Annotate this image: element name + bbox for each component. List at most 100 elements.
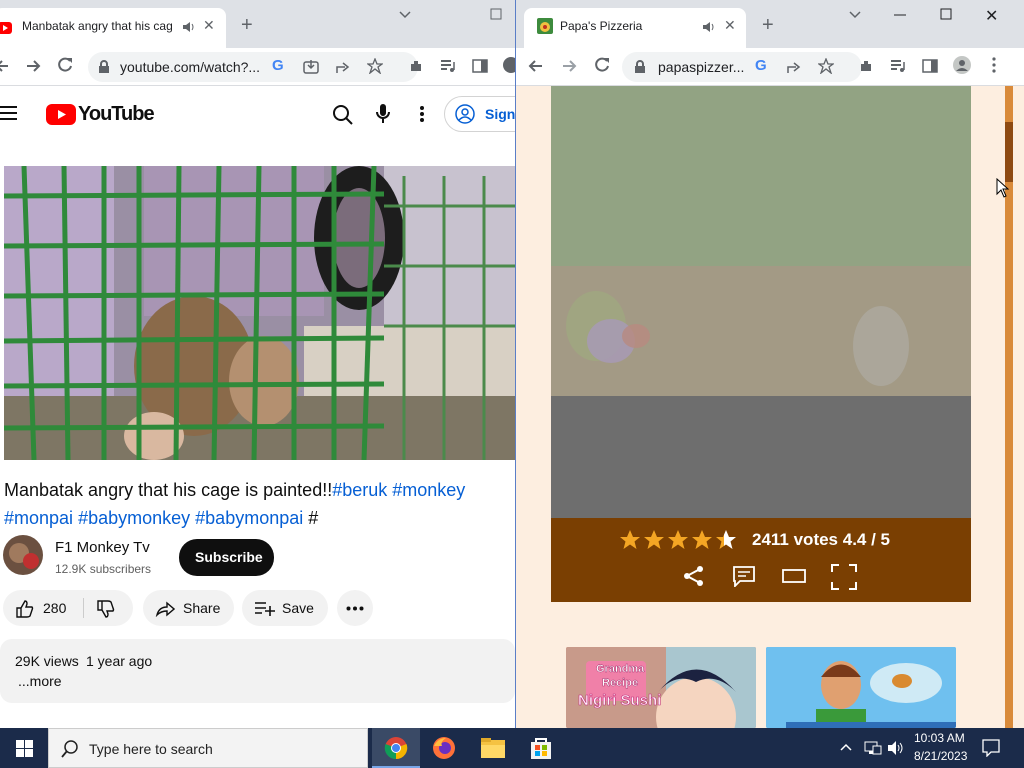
clock-time[interactable]: 10:03 AM bbox=[914, 731, 965, 745]
more-options-icon[interactable] bbox=[419, 105, 425, 123]
windows-start-icon[interactable] bbox=[16, 740, 33, 757]
sign-in-button[interactable]: Sign bbox=[444, 96, 515, 132]
description-box[interactable]: 29K views 1 year ago ...more bbox=[0, 639, 515, 703]
notification-icon[interactable] bbox=[982, 739, 1000, 757]
account-icon bbox=[455, 104, 475, 124]
lock-icon[interactable] bbox=[98, 60, 110, 74]
address-bar[interactable]: youtube.com/watch?... G bbox=[88, 52, 418, 82]
minimize-icon[interactable] bbox=[894, 14, 906, 16]
clock-date[interactable]: 8/21/2023 bbox=[914, 749, 967, 763]
maximize-icon[interactable] bbox=[490, 8, 502, 20]
taskbar-search-box[interactable]: Type here to search bbox=[48, 728, 368, 768]
comment-icon[interactable] bbox=[732, 565, 756, 587]
microsoft-store-icon[interactable] bbox=[530, 736, 552, 760]
game-thumbnail-nigiri-sushi[interactable]: Grandma Recipe Nigiri Sushi bbox=[566, 647, 756, 728]
thumbnail-title-line1: Grandma bbox=[596, 663, 645, 675]
youtube-logo-icon[interactable] bbox=[46, 104, 76, 125]
side-panel-icon[interactable] bbox=[922, 58, 938, 74]
speaker-icon[interactable] bbox=[182, 20, 196, 34]
back-icon[interactable] bbox=[528, 58, 544, 74]
file-explorer-icon[interactable] bbox=[481, 737, 505, 759]
url-text: papaspizzer... bbox=[658, 59, 745, 75]
media-control-icon[interactable] bbox=[440, 58, 456, 74]
bookmark-star-icon[interactable] bbox=[367, 58, 383, 74]
share-button[interactable]: Share bbox=[143, 590, 234, 626]
reload-icon[interactable] bbox=[56, 56, 74, 74]
extensions-icon[interactable] bbox=[408, 58, 424, 74]
tab-title: Papa's Pizzeria bbox=[560, 19, 643, 33]
browser-toolbar: youtube.com/watch?... G bbox=[0, 48, 515, 86]
close-tab-icon[interactable]: ✕ bbox=[203, 17, 215, 34]
address-bar[interactable]: papaspizzer... G bbox=[622, 52, 862, 82]
playlist-add-icon bbox=[255, 602, 275, 616]
thumbs-up-icon[interactable] bbox=[15, 599, 35, 619]
google-icon[interactable]: G bbox=[272, 57, 284, 74]
menu-icon[interactable] bbox=[0, 106, 18, 120]
save-button[interactable]: Save bbox=[242, 590, 328, 626]
search-icon[interactable] bbox=[332, 104, 354, 126]
profile-icon[interactable] bbox=[952, 55, 972, 75]
forward-icon[interactable] bbox=[25, 58, 41, 74]
more-actions-button[interactable] bbox=[337, 590, 373, 626]
chrome-menu-icon[interactable] bbox=[992, 57, 996, 73]
media-control-icon[interactable] bbox=[890, 58, 906, 74]
close-window-icon[interactable]: ✕ bbox=[985, 6, 998, 26]
video-player[interactable] bbox=[4, 166, 515, 460]
mouse-cursor-icon bbox=[996, 178, 1010, 198]
tab-youtube[interactable]: Manbatak angry that his cage ✕ bbox=[0, 8, 226, 48]
hashtag-link[interactable]: #monpai bbox=[4, 508, 73, 528]
firefox-icon[interactable] bbox=[432, 736, 456, 760]
game-thumbnail-burger[interactable] bbox=[766, 647, 956, 728]
hashtag-link[interactable]: #babymonpai bbox=[195, 508, 303, 528]
game-canvas[interactable] bbox=[551, 86, 971, 518]
new-tab-icon[interactable]: + bbox=[762, 14, 774, 37]
tab-papas-pizzeria[interactable]: Papa's Pizzeria ✕ bbox=[524, 8, 746, 48]
hashtag-link[interactable]: #babymonkey bbox=[78, 508, 190, 528]
new-tab-icon[interactable]: + bbox=[241, 14, 253, 37]
scrollbar-thumb[interactable] bbox=[1005, 122, 1013, 182]
side-panel-icon[interactable] bbox=[472, 58, 488, 74]
back-icon[interactable] bbox=[0, 58, 10, 74]
chevron-down-icon[interactable] bbox=[848, 10, 862, 20]
thumbs-down-icon[interactable] bbox=[96, 599, 116, 619]
youtube-page: YouTube Sign Manbatak angry that his cag… bbox=[0, 86, 515, 728]
channel-name[interactable]: F1 Monkey Tv bbox=[55, 539, 150, 556]
thumbnail-title-line3: Nigiri Sushi bbox=[578, 692, 662, 710]
hashtag-tail: # bbox=[308, 508, 319, 528]
widescreen-icon[interactable] bbox=[782, 569, 806, 583]
thumbnail-image bbox=[566, 647, 756, 728]
volume-icon[interactable] bbox=[887, 740, 905, 756]
profile-icon[interactable] bbox=[502, 56, 515, 74]
star-icon bbox=[644, 530, 664, 549]
share-nodes-icon[interactable] bbox=[683, 565, 705, 587]
speaker-icon[interactable] bbox=[702, 20, 716, 34]
subscribe-button[interactable]: Subscribe bbox=[179, 539, 274, 576]
like-count[interactable]: 280 bbox=[43, 600, 66, 616]
fullscreen-icon[interactable] bbox=[831, 564, 857, 590]
google-icon[interactable]: G bbox=[755, 57, 767, 74]
install-icon[interactable] bbox=[303, 59, 319, 75]
share-icon[interactable] bbox=[786, 59, 802, 75]
microphone-icon[interactable] bbox=[375, 103, 391, 125]
forward-icon[interactable] bbox=[561, 58, 577, 74]
close-tab-icon[interactable]: ✕ bbox=[724, 17, 736, 34]
hashtag-link[interactable]: #monkey bbox=[392, 480, 465, 500]
upload-age: 1 year ago bbox=[86, 653, 153, 669]
view-count: 29K views bbox=[15, 653, 79, 669]
bookmark-star-icon[interactable] bbox=[818, 58, 834, 74]
youtube-logo-text[interactable]: YouTube bbox=[78, 103, 155, 126]
share-icon[interactable] bbox=[335, 59, 351, 75]
maximize-icon[interactable] bbox=[940, 8, 952, 20]
chevron-down-icon[interactable] bbox=[398, 10, 412, 20]
show-hidden-icons-icon[interactable] bbox=[840, 743, 852, 751]
lock-icon[interactable] bbox=[634, 60, 646, 74]
show-more-link[interactable]: ...more bbox=[18, 673, 62, 689]
hashtag-link[interactable]: #beruk bbox=[332, 480, 387, 500]
extensions-icon[interactable] bbox=[858, 58, 874, 74]
channel-avatar[interactable] bbox=[3, 535, 43, 575]
rating-stars[interactable] bbox=[619, 529, 739, 551]
reload-icon[interactable] bbox=[593, 56, 611, 74]
taskbar-chrome[interactable] bbox=[372, 728, 420, 768]
network-icon[interactable] bbox=[864, 740, 882, 756]
windows-taskbar: Type here to search 10:03 AM 8/21/2023 bbox=[0, 728, 1024, 768]
